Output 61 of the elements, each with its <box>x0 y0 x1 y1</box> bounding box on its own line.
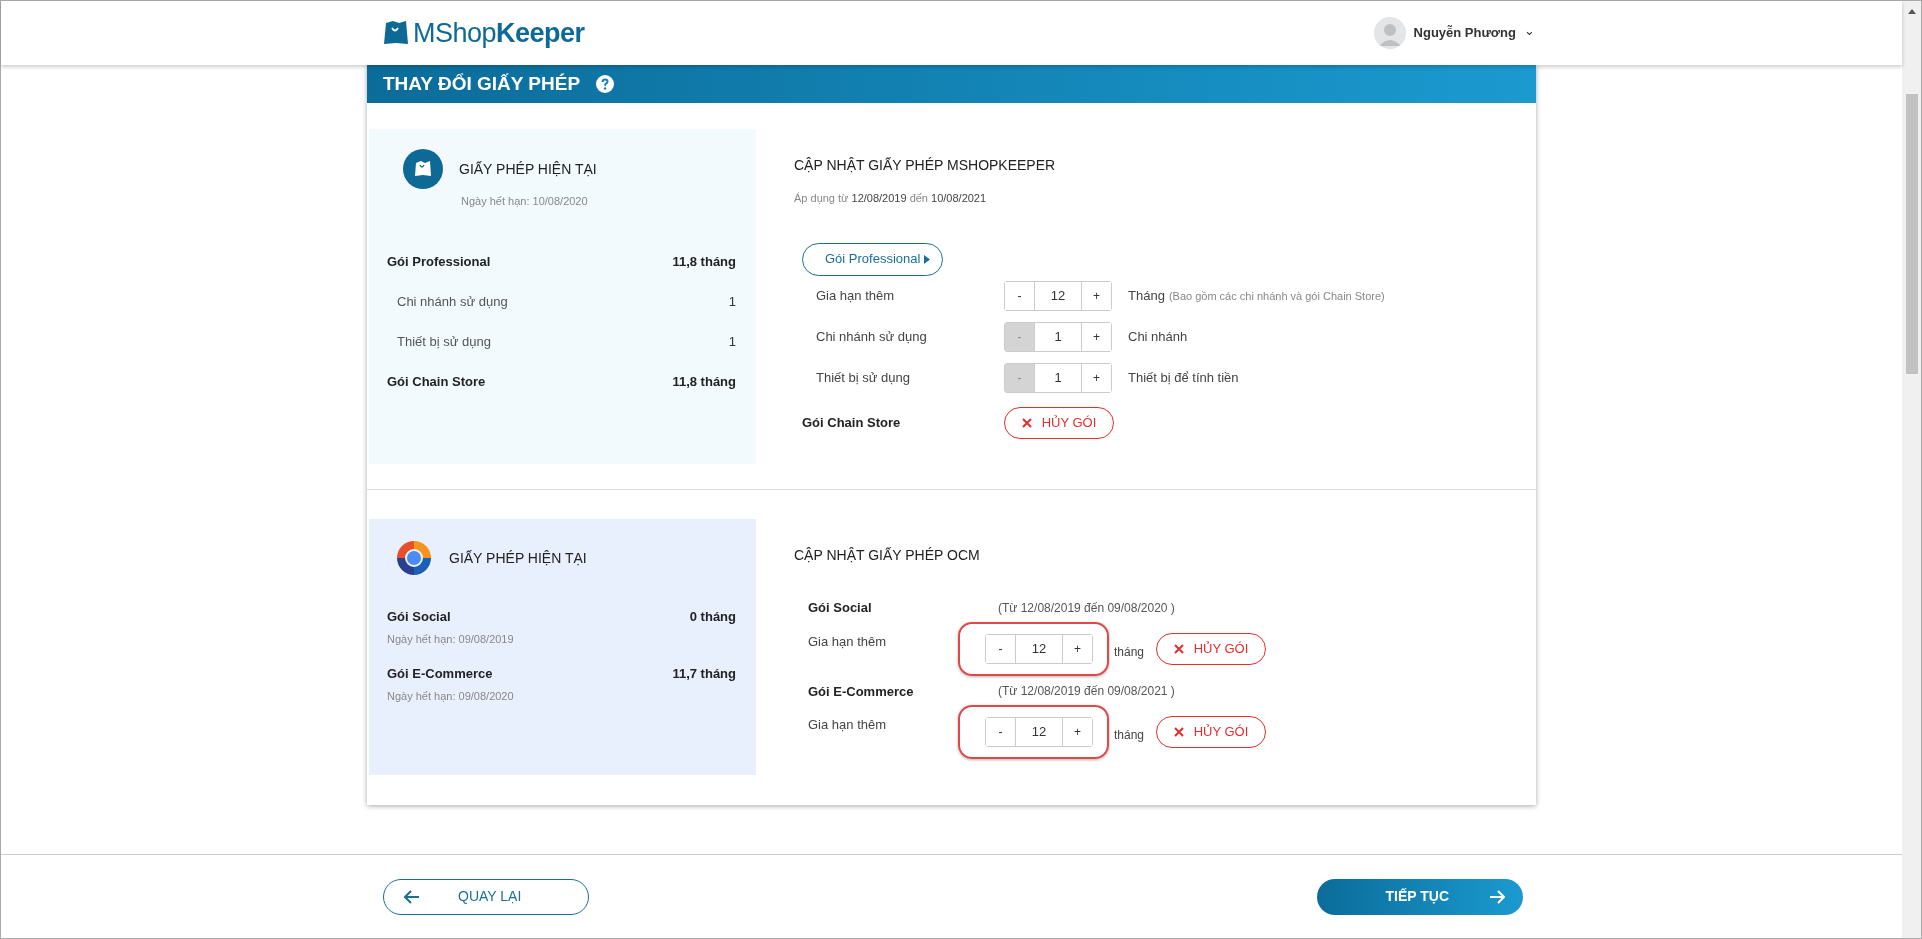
page-title: THAY ĐỔI GIẤY PHÉP <box>383 71 581 96</box>
unit-label: tháng <box>1114 643 1145 661</box>
section-title: CẬP NHẬT GIẤY PHÉP OCM <box>794 546 981 565</box>
bag-icon <box>403 149 443 189</box>
scrollbar-thumb[interactable] <box>1905 94 1918 374</box>
logo-bag-icon <box>383 20 409 46</box>
unit-note: (Bao gồm các chi nhánh và gói Chain Store) <box>1168 288 1385 304</box>
cancel-package-button[interactable]: HỦY GÓI <box>1004 406 1114 439</box>
field-label: Gia hạn thêm <box>808 716 888 734</box>
cancel-package-button[interactable]: HỦY GÓI <box>1156 716 1267 748</box>
package-name: Gói Social <box>387 608 451 626</box>
package-name: Gói E-Commerce <box>387 664 493 683</box>
panel-title: GIẤY PHÉP HIỆN TẠI <box>449 548 587 568</box>
expiry-date: Ngày hết hạn: 10/08/2020 <box>461 194 589 209</box>
usage-label: Chi nhánh sử dụng <box>396 292 508 311</box>
package-name: Gói Chain Store <box>802 413 902 432</box>
package-name: Gói Professional <box>387 252 491 271</box>
field-label: Chi nhánh sử dụng <box>816 328 928 347</box>
logo-text[interactable]: MShopKeeper <box>413 12 585 54</box>
arrow-left-icon <box>404 889 420 904</box>
unit-label: Thiết bị để tính tiền <box>1128 369 1239 388</box>
stepper[interactable]: - 12 + <box>985 633 1093 664</box>
package-duration: 0 tháng <box>689 608 736 626</box>
close-icon <box>1173 727 1184 737</box>
package-name: Gói E-Commerce <box>808 682 915 701</box>
package-period: (Từ 12/08/2019 đến 09/08/2021 ) <box>998 683 1175 701</box>
expiry-date: Ngày hết hạn: 09/08/2019 <box>387 632 515 647</box>
swirl-logo-icon <box>395 539 433 577</box>
field-label: Gia hạn thêm <box>808 632 888 651</box>
usage-count: 1 <box>728 292 736 311</box>
caret-right-icon <box>924 254 931 264</box>
close-icon <box>1173 643 1184 654</box>
package-button[interactable]: Gói Professional <box>802 242 944 276</box>
scroll-up-icon[interactable] <box>1907 9 1916 14</box>
unit-label: Chi nhánh <box>1128 328 1188 347</box>
unit-label: tháng <box>1114 727 1145 744</box>
usage-label: Thiết bị sử dụng <box>396 332 491 351</box>
cancel-package-button[interactable]: HỦY GÓI <box>1156 632 1267 665</box>
panel-title: GIẤY PHÉP HIỆN TẠI <box>459 159 597 179</box>
expiry-date: Ngày hết hạn: 09/08/2020 <box>387 688 515 704</box>
help-icon[interactable] <box>596 75 615 93</box>
package-duration: 11,8 tháng <box>672 252 736 271</box>
caret-icon[interactable]: ⌄ <box>1524 23 1535 37</box>
field-label: Thiết bị sử dụng <box>816 369 911 388</box>
usage-count: 1 <box>728 332 736 351</box>
section-title: CẬP NHẬT GIẤY PHÉP MSHOPKEEPER <box>794 156 1057 175</box>
applied-period: Áp dụng từ 12/08/2019 đến 10/08/2021 <box>794 191 988 206</box>
package-period: (Từ 12/08/2019 đến 09/08/2020 ) <box>998 599 1175 617</box>
user-name[interactable]: Nguyễn Phương <box>1413 23 1516 43</box>
package-duration: 11,7 tháng <box>672 664 736 683</box>
back-button[interactable]: QUAY LẠI <box>383 878 589 915</box>
package-name: Gói Social <box>808 599 873 617</box>
continue-button[interactable]: TIẾP TỤC <box>1317 878 1523 915</box>
arrow-right-icon <box>1489 889 1505 904</box>
unit-label: Tháng <box>1128 287 1165 306</box>
package-duration: 11,8 tháng <box>672 372 736 391</box>
package-name: Gói Chain Store <box>387 372 486 391</box>
stepper[interactable]: - 12 + <box>985 717 1093 747</box>
close-icon <box>1021 417 1032 428</box>
stepper[interactable]: - 12 + <box>1004 281 1112 311</box>
field-label: Gia hạn thêm <box>816 287 896 306</box>
